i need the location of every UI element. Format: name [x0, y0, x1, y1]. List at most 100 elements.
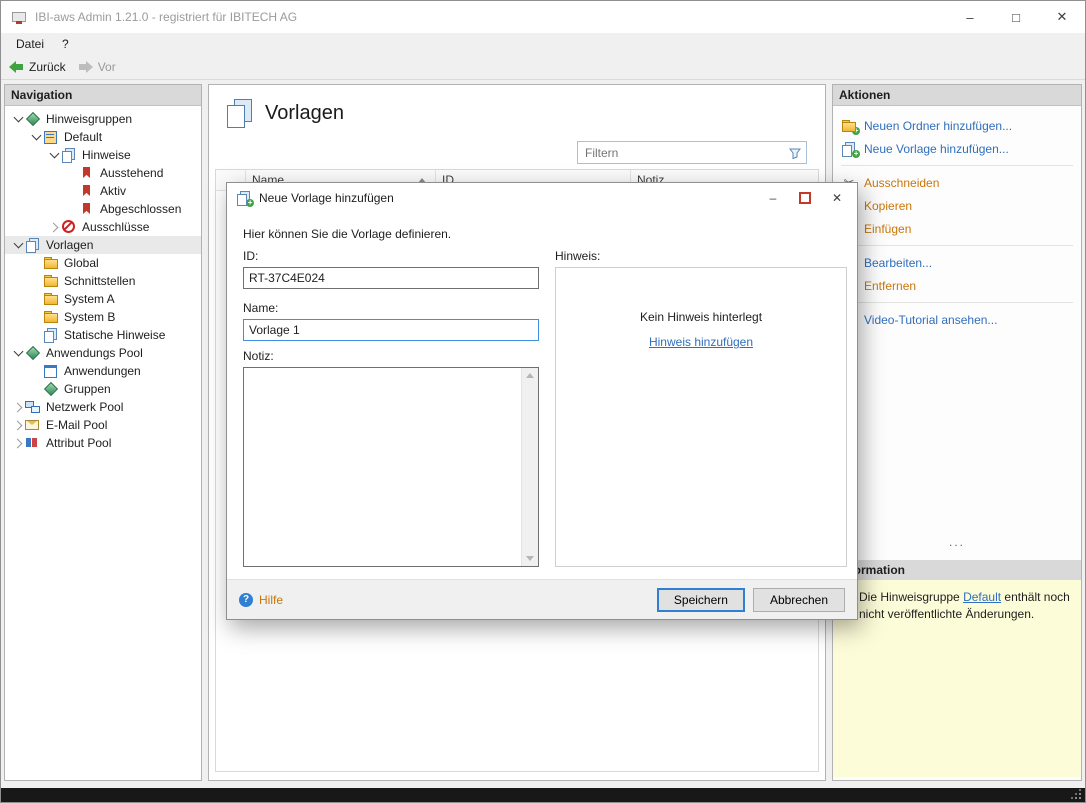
- action-video-tutorial[interactable]: Video-Tutorial ansehen...: [833, 308, 1081, 331]
- tree-item-label: Default: [62, 130, 104, 144]
- dialog-title-bar[interactable]: + Neue Vorlage hinzufügen – ✕: [227, 183, 857, 213]
- tree-item-ausschluesse[interactable]: Ausschlüsse: [5, 218, 201, 236]
- cancel-button[interactable]: Abbrechen: [753, 588, 845, 612]
- actions-separator: [841, 165, 1073, 166]
- action-label: Entfernen: [864, 279, 916, 293]
- expander-icon[interactable]: [11, 112, 25, 126]
- dialog-minimize-button[interactable]: –: [757, 186, 789, 210]
- action-label: Einfügen: [864, 222, 911, 236]
- tree-item-hinweise[interactable]: Hinweise: [5, 146, 201, 164]
- tree-item-email-pool[interactable]: E-Mail Pool: [5, 416, 201, 434]
- mail-icon: [25, 418, 40, 432]
- action-new-template[interactable]: + Neue Vorlage hinzufügen...: [833, 137, 1081, 160]
- expander-icon[interactable]: [11, 436, 25, 450]
- action-edit[interactable]: ✎ Bearbeiten...: [833, 251, 1081, 274]
- new-template-dialog: + Neue Vorlage hinzufügen – ✕ Hier könne…: [226, 182, 858, 620]
- dialog-close-button[interactable]: ✕: [821, 186, 853, 210]
- tree-item-global[interactable]: Global: [5, 254, 201, 272]
- tree-item-system-b[interactable]: System B: [5, 308, 201, 326]
- filter-box: [577, 141, 807, 164]
- menu-bar: Datei ?: [1, 33, 1085, 55]
- tree-item-default[interactable]: Default: [5, 128, 201, 146]
- tree-item-vorlagen[interactable]: Vorlagen: [5, 236, 201, 254]
- close-button[interactable]: ✕: [1039, 1, 1085, 33]
- scroll-up-icon[interactable]: [526, 373, 534, 378]
- applications-window-icon: [43, 364, 58, 378]
- hinweis-preview-box: Kein Hinweis hinterlegt Hinweis hinzufüg…: [555, 267, 847, 567]
- groups-icon: [43, 382, 58, 396]
- navigation-panel: Navigation Hinweisgruppen Default Hinwei…: [4, 84, 202, 781]
- expander-icon[interactable]: [47, 220, 61, 234]
- filter-input[interactable]: [578, 146, 784, 160]
- expander-icon[interactable]: [29, 130, 43, 144]
- tree-item-attribut-pool[interactable]: Attribut Pool: [5, 434, 201, 452]
- expander-icon[interactable]: [11, 346, 25, 360]
- tree-item-ausstehend[interactable]: Ausstehend: [5, 164, 201, 182]
- action-label: Video-Tutorial ansehen...: [864, 313, 997, 327]
- folder-icon: [43, 274, 58, 288]
- id-field[interactable]: [243, 267, 539, 289]
- tree-item-anwendungen[interactable]: Anwendungen: [5, 362, 201, 380]
- information-section: Information: [833, 560, 1081, 581]
- tree-item-label: System B: [62, 310, 117, 324]
- name-label: Name:: [243, 301, 278, 315]
- actions-overflow-indicator[interactable]: ...: [833, 535, 1081, 549]
- navigation-tree: Hinweisgruppen Default Hinweise Ausstehe…: [5, 106, 201, 452]
- actions-panel: Aktionen + Neuen Ordner hinzufügen... + …: [832, 84, 1082, 781]
- expander-icon[interactable]: [11, 400, 25, 414]
- help-link[interactable]: ? Hilfe: [239, 593, 283, 607]
- scroll-down-icon[interactable]: [526, 556, 534, 561]
- minimize-button[interactable]: –: [947, 1, 993, 33]
- tree-item-aktiv[interactable]: Aktiv: [5, 182, 201, 200]
- save-button[interactable]: Speichern: [657, 588, 745, 612]
- expander-icon[interactable]: [11, 418, 25, 432]
- menu-datei[interactable]: Datei: [7, 35, 53, 53]
- new-folder-icon: +: [841, 119, 857, 133]
- folder-icon: [43, 256, 58, 270]
- forbidden-icon: [61, 220, 76, 234]
- action-label: Kopieren: [864, 199, 912, 213]
- notes-stack-icon: [43, 328, 58, 342]
- notes-stack-icon: [61, 148, 76, 162]
- tree-item-abgeschlossen[interactable]: Abgeschlossen: [5, 200, 201, 218]
- title-bar[interactable]: IBI-aws Admin 1.21.0 - registriert für I…: [1, 1, 1085, 33]
- tree-item-system-a[interactable]: System A: [5, 290, 201, 308]
- active-flag-icon: [79, 184, 94, 198]
- tree-item-netzwerk-pool[interactable]: Netzwerk Pool: [5, 398, 201, 416]
- info-default-link[interactable]: Default: [963, 590, 1001, 604]
- maximize-button[interactable]: □: [993, 1, 1039, 33]
- tree-item-label: Schnittstellen: [62, 274, 137, 288]
- forward-button[interactable]: Vor: [78, 60, 116, 74]
- hint-groups-icon: [25, 112, 40, 126]
- back-button[interactable]: Zurück: [9, 60, 66, 74]
- note-scrollbar[interactable]: [521, 368, 538, 566]
- tree-item-label: Aktiv: [98, 184, 128, 198]
- action-copy[interactable]: Kopieren: [833, 194, 1081, 217]
- action-new-folder[interactable]: + Neuen Ordner hinzufügen...: [833, 114, 1081, 137]
- forward-label: Vor: [98, 60, 116, 74]
- dialog-maximize-button[interactable]: [789, 186, 821, 210]
- name-field[interactable]: [243, 319, 539, 341]
- action-delete[interactable]: ✕ Entfernen: [833, 274, 1081, 297]
- tree-item-anwendungs-pool[interactable]: Anwendungs Pool: [5, 344, 201, 362]
- action-cut[interactable]: ✂ Ausschneiden: [833, 171, 1081, 194]
- pending-flag-icon: [79, 166, 94, 180]
- tree-item-gruppen[interactable]: Gruppen: [5, 380, 201, 398]
- help-label: Hilfe: [259, 593, 283, 607]
- tree-item-label: Hinweise: [80, 148, 133, 162]
- tree-item-label: Global: [62, 256, 101, 270]
- filter-funnel-icon[interactable]: [784, 146, 806, 160]
- note-field[interactable]: [244, 368, 522, 566]
- attribute-icon: [25, 436, 40, 450]
- hinweis-add-link[interactable]: Hinweis hinzufügen: [649, 335, 753, 349]
- expander-icon[interactable]: [47, 148, 61, 162]
- resize-grip[interactable]: [1071, 789, 1081, 799]
- action-paste[interactable]: Einfügen: [833, 217, 1081, 240]
- tree-item-statische-hinweise[interactable]: Statische Hinweise: [5, 326, 201, 344]
- menu-help[interactable]: ?: [53, 35, 78, 53]
- tree-item-schnittstellen[interactable]: Schnittstellen: [5, 272, 201, 290]
- expander-icon[interactable]: [11, 238, 25, 252]
- tree-item-label: Hinweisgruppen: [44, 112, 134, 126]
- tree-item-hinweisgruppen[interactable]: Hinweisgruppen: [5, 110, 201, 128]
- navigation-header: Navigation: [5, 85, 201, 106]
